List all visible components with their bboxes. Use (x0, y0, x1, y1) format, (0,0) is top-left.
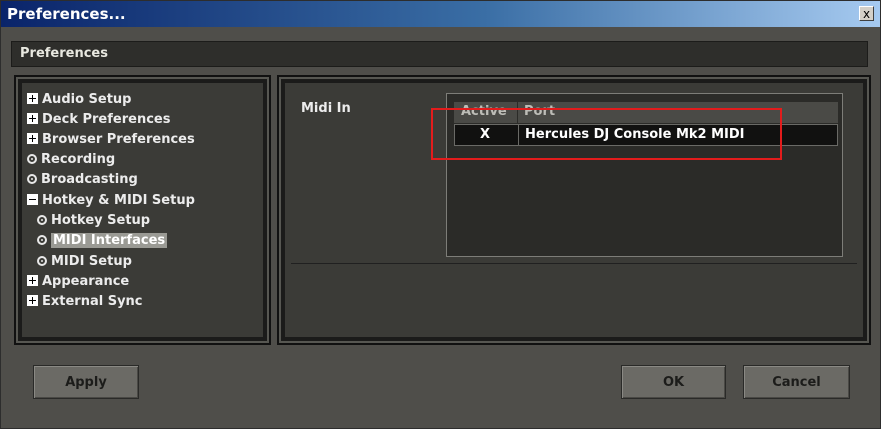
ok-button[interactable]: OK (621, 365, 726, 399)
preferences-header: Preferences (11, 41, 868, 67)
tree-item-deck-preferences[interactable]: Deck Preferences (27, 111, 170, 129)
collapse-minus-icon[interactable] (27, 194, 38, 205)
tree-item-label-selected: MIDI Interfaces (51, 233, 168, 248)
tree-item-label: Broadcasting (41, 172, 138, 187)
cancel-button[interactable]: Cancel (743, 365, 850, 399)
highlight-box (431, 108, 782, 160)
radio-bullet-icon (37, 255, 47, 266)
tree-item-label: Audio Setup (42, 92, 132, 107)
preferences-window: Preferences... x Preferences Audio Setup… (0, 0, 881, 429)
tree-item-label: External Sync (42, 294, 143, 309)
radio-bullet-icon (37, 234, 47, 245)
radio-bullet-icon (27, 173, 37, 184)
tree-item-label: Browser Preferences (42, 132, 195, 147)
tree-item-browser-preferences[interactable]: Browser Preferences (27, 131, 195, 149)
tree-item-label: Deck Preferences (42, 112, 171, 127)
expand-plus-icon[interactable] (27, 295, 38, 306)
tree-item-recording[interactable]: Recording (27, 151, 115, 169)
radio-bullet-icon (27, 153, 37, 164)
header-title: Preferences (20, 46, 108, 61)
tree-item-label: Hotkey Setup (51, 213, 151, 228)
tree-item-hotkey-setup[interactable]: Hotkey Setup (37, 212, 150, 230)
title-bar[interactable]: Preferences... x (1, 1, 880, 27)
window-title: Preferences... (7, 5, 126, 23)
tree-item-appearance[interactable]: Appearance (27, 273, 129, 291)
tree-item-label: Appearance (42, 274, 130, 289)
tree-item-broadcasting[interactable]: Broadcasting (27, 171, 138, 189)
radio-bullet-icon (37, 214, 47, 225)
panel-divider (291, 263, 857, 264)
tree-item-label: Hotkey & MIDI Setup (42, 193, 195, 208)
expand-plus-icon[interactable] (27, 93, 38, 104)
close-icon[interactable]: x (859, 6, 874, 21)
settings-tree: Audio Setup Deck Preferences Browser Pre… (22, 83, 263, 337)
tree-item-external-sync[interactable]: External Sync (27, 293, 143, 311)
tree-item-label: Recording (41, 152, 116, 167)
tree-item-audio-setup[interactable]: Audio Setup (27, 91, 132, 109)
midi-in-label: Midi In (301, 101, 351, 116)
tree-item-midi-interfaces[interactable]: MIDI Interfaces (37, 232, 168, 250)
expand-plus-icon[interactable] (27, 133, 38, 144)
tree-item-hotkey-midi-setup[interactable]: Hotkey & MIDI Setup (27, 192, 195, 210)
tree-item-label: MIDI Setup (51, 254, 132, 269)
expand-plus-icon[interactable] (27, 113, 38, 124)
apply-button[interactable]: Apply (33, 365, 139, 399)
settings-tree-panel: Audio Setup Deck Preferences Browser Pre… (14, 75, 271, 345)
expand-plus-icon[interactable] (27, 275, 38, 286)
tree-item-midi-setup[interactable]: MIDI Setup (37, 253, 132, 271)
